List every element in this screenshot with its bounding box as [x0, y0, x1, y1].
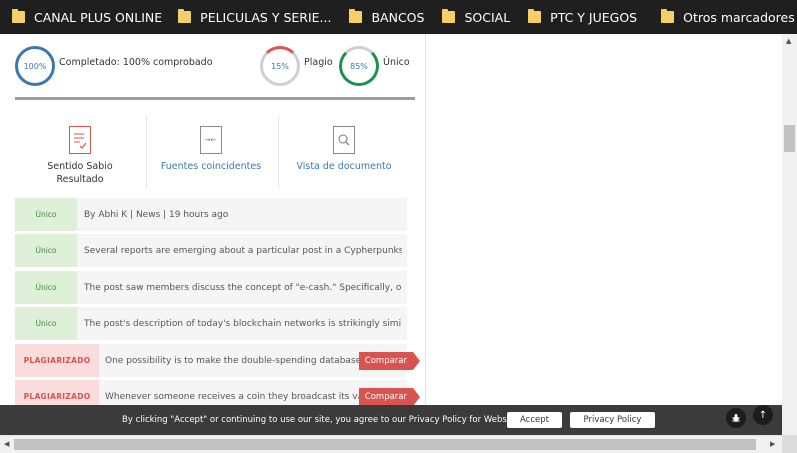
folder-icon: [12, 9, 25, 23]
plagiarism-ring: 15%: [260, 46, 300, 86]
bookmark-label: BANCOS: [371, 9, 425, 25]
scroll-left-arrow-icon[interactable]: ◀: [4, 440, 9, 448]
completed-label: Completado: 100% comprobado: [59, 57, 213, 68]
bug-icon[interactable]: [726, 408, 746, 428]
bookmark-peliculas[interactable]: PELICULAS Y SERIE...: [172, 0, 337, 34]
sentence-row[interactable]: Único Several reports are emerging about…: [15, 234, 407, 267]
tab-document-view[interactable]: Vista de documento: [279, 118, 409, 198]
other-bookmarks-label: Otros marcadores: [683, 9, 795, 25]
scroll-up-arrow-icon[interactable]: ▲: [786, 37, 791, 45]
status-badge: Único: [15, 271, 77, 304]
privacy-policy-button[interactable]: Privacy Policy: [570, 412, 655, 428]
sentence-row[interactable]: Único The post saw members discuss the c…: [15, 271, 407, 304]
vertical-scroll-thumb[interactable]: [784, 125, 795, 152]
sentence-text: One possibility is to make the double-sp…: [105, 355, 367, 366]
status-badge: Único: [15, 234, 77, 267]
cookie-message: By clicking "Accept" or continuing to us…: [122, 415, 518, 425]
sentence-text: Several reports are emerging about a par…: [84, 245, 402, 256]
bookmark-ptc-juegos[interactable]: PTC Y JUEGOS: [522, 0, 643, 34]
tab-document-view-label: Vista de documento: [296, 161, 392, 172]
svg-text:→←: →←: [205, 136, 217, 144]
plagiarism-panel: 100% Completado: 100% comprobado 15% Pla…: [0, 34, 426, 453]
status-badge: PLAGIARIZADO: [15, 344, 99, 377]
bookmark-canal-plus[interactable]: CANAL PLUS ONLINE: [6, 0, 168, 34]
tab-sources[interactable]: →← Fuentes coincidentes: [146, 118, 276, 198]
bookmark-label: CANAL PLUS ONLINE: [34, 9, 163, 25]
compare-button[interactable]: Comparar: [358, 388, 421, 406]
scrollbar-corner: [782, 435, 797, 453]
unique-ring: 85%: [339, 46, 379, 86]
folder-icon: [442, 9, 456, 23]
tab-result-line1: Sentido Sabio: [47, 161, 113, 172]
sentence-row[interactable]: PLAGIARIZADO One possibility is to make …: [15, 344, 421, 377]
folder-icon: [661, 9, 675, 23]
scroll-top-button[interactable]: ↑: [753, 405, 773, 425]
bookmark-label: PELICULAS Y SERIE...: [200, 9, 332, 25]
cookie-consent-bar: By clicking "Accept" or continuing to us…: [0, 405, 782, 435]
folder-icon: [178, 9, 192, 23]
bookmarks-bar: CANAL PLUS ONLINE PELICULAS Y SERIE... B…: [0, 0, 797, 34]
bookmark-label: SOCIAL: [464, 9, 511, 25]
unique-label: Único: [383, 57, 410, 68]
status-badge: Único: [15, 198, 77, 231]
bookmark-bancos[interactable]: BANCOS: [343, 0, 430, 34]
unique-value: 85%: [350, 61, 368, 71]
sentence-text: The post saw members discuss the concept…: [84, 282, 402, 293]
horizontal-scrollbar[interactable]: ◀ ▶: [0, 435, 782, 453]
other-bookmarks[interactable]: Otros marcadores: [655, 0, 797, 34]
sentence-row[interactable]: Único The post's description of today's …: [15, 307, 407, 340]
compare-document-icon: →←: [200, 126, 222, 154]
document-check-icon: [69, 126, 91, 154]
bookmark-social[interactable]: SOCIAL: [436, 0, 516, 34]
compare-button[interactable]: Comparar: [358, 352, 421, 370]
completed-ring: 100%: [15, 46, 55, 86]
completed-value: 100%: [23, 61, 47, 71]
scroll-right-arrow-icon[interactable]: ▶: [770, 440, 775, 448]
accept-button[interactable]: Accept: [507, 412, 562, 428]
tab-sources-label: Fuentes coincidentes: [160, 161, 262, 172]
bookmark-label: PTC Y JUEGOS: [550, 9, 638, 25]
vertical-scrollbar[interactable]: ▲: [782, 34, 797, 435]
plagiarism-label: Plagio: [304, 57, 333, 68]
document-search-icon: [333, 126, 355, 154]
folder-icon: [528, 9, 542, 23]
status-badge: Único: [15, 307, 77, 340]
folder-icon: [349, 9, 363, 23]
summary-divider: [15, 97, 415, 100]
sentence-row[interactable]: Único By Abhi K | News | 19 hours ago: [15, 198, 407, 231]
sentence-text: The post's description of today's blockc…: [84, 318, 402, 329]
horizontal-scroll-thumb[interactable]: [14, 439, 756, 450]
tab-result-line2: Resultado: [56, 174, 104, 185]
plagiarism-value: 15%: [271, 61, 289, 71]
tab-result[interactable]: Sentido Sabio Resultado: [15, 118, 145, 198]
sentence-text: By Abhi K | News | 19 hours ago: [84, 209, 229, 220]
